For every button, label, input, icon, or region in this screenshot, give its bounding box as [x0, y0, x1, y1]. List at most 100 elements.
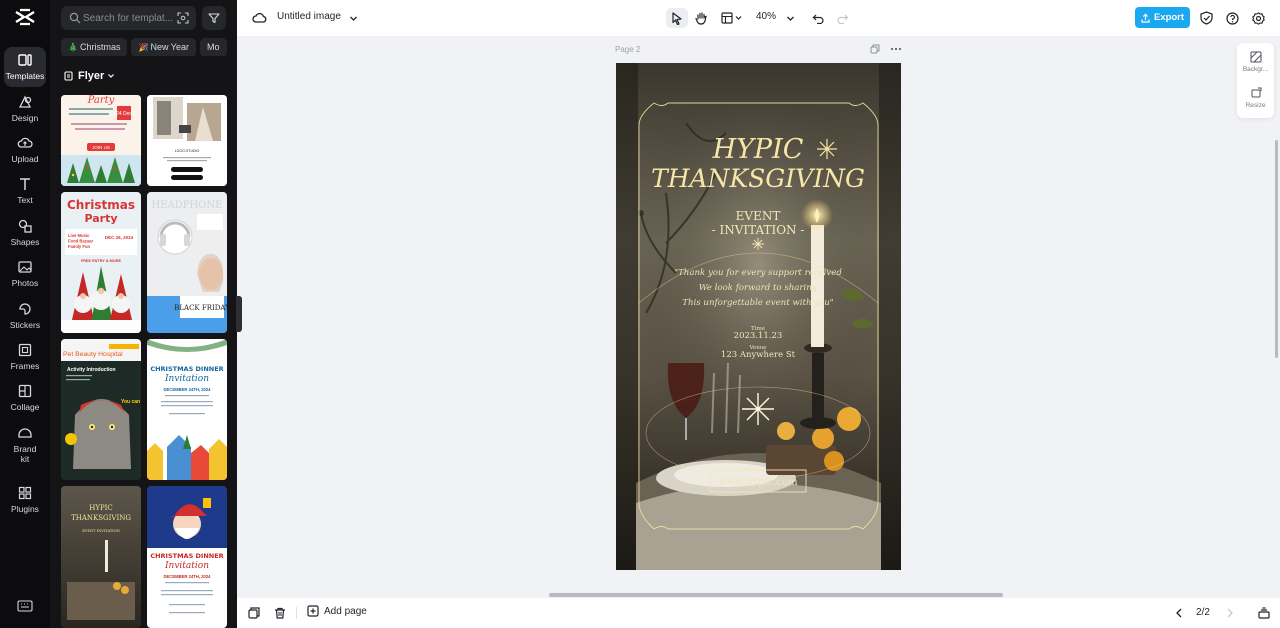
- shield-check-icon: [1199, 11, 1213, 25]
- thumb-title: Christmas: [67, 198, 135, 212]
- stickers-icon: [19, 303, 31, 315]
- template-thumb-pet-beauty-hospital[interactable]: Pet Beauty Hospital Activity Introductio…: [61, 339, 141, 480]
- horizontal-scrollbar[interactable]: [549, 593, 1003, 597]
- sidebar-item-stickers[interactable]: Stickers: [4, 296, 46, 336]
- chip-christmas[interactable]: 🎄 Christmas: [61, 38, 128, 56]
- select-tool-button[interactable]: [666, 8, 688, 28]
- thumb-title: CHRISTMAS DINNER: [150, 552, 223, 560]
- layers-button[interactable]: [1256, 605, 1272, 621]
- template-thumb-fashion-boutique[interactable]: LOGO-STUDIO: [147, 95, 227, 186]
- capcut-logo-icon[interactable]: [14, 8, 36, 26]
- undo-button[interactable]: [808, 8, 828, 28]
- brand-kit-icon: [18, 428, 32, 438]
- design-icon: [18, 95, 32, 108]
- filter-button[interactable]: [202, 6, 226, 30]
- title-menu-button[interactable]: [343, 8, 363, 28]
- duplicate-page-icon[interactable]: [870, 44, 880, 54]
- sidebar-item-shapes[interactable]: Shapes: [4, 213, 46, 253]
- artwork-title-line2[interactable]: THANKSGIVING: [651, 164, 865, 193]
- keyboard-shortcuts-icon[interactable]: [17, 600, 33, 612]
- thumb-badge: BLACK FRIDAY: [174, 304, 227, 312]
- hand-tool-button[interactable]: [691, 8, 711, 28]
- canvas-side-tools: Backgr... Resize: [1237, 43, 1274, 118]
- undo-icon: [812, 14, 824, 24]
- sidebar-item-label: Frames: [10, 361, 40, 371]
- artwork-event[interactable]: EVENT: [736, 209, 781, 223]
- zoom-menu-button[interactable]: [780, 8, 800, 28]
- design-artwork[interactable]: HYPIC THANKSGIVING EVENT - INVITATION - …: [616, 63, 901, 570]
- category-chips: 🎄 Christmas 🎉 New Year Mo: [61, 37, 237, 56]
- artwork-time-value[interactable]: 2023.11.23: [734, 331, 783, 341]
- templates-icon: [18, 54, 32, 66]
- chip-label: Christmas: [79, 42, 121, 52]
- thumb-brand: Pet Beauty Hospital: [63, 351, 123, 358]
- sidebar-item-plugins[interactable]: Plugins: [4, 480, 46, 520]
- resize-tool[interactable]: Resize: [1237, 83, 1274, 115]
- artwork-venue-value[interactable]: 123 Anywhere St: [721, 350, 796, 360]
- zoom-level[interactable]: 40%: [756, 11, 776, 22]
- cloud-save-button[interactable]: [249, 8, 269, 28]
- template-thumb-christmas-party-gnomes[interactable]: Christmas Party Live Music Food Bazaar Fam…: [61, 192, 141, 333]
- background-tool[interactable]: Backgr...: [1237, 47, 1274, 79]
- template-search-box[interactable]: [61, 6, 196, 30]
- image-search-icon[interactable]: [177, 12, 189, 24]
- thumb-caption: LOGO-STUDIO: [175, 149, 200, 153]
- template-thumb-christmas-dinner-santa[interactable]: CHRISTMAS DINNER Invitation DECEMBER 24T…: [147, 486, 227, 628]
- thumb-title: Party: [87, 95, 115, 106]
- sidebar-item-label: Stickers: [9, 320, 41, 330]
- resize-icon: [1251, 87, 1261, 98]
- artwork-quote-line2[interactable]: We look forward to sharing: [699, 283, 818, 293]
- background-tool-label: Backgr...: [1242, 66, 1269, 73]
- layout-menu-button[interactable]: [719, 8, 745, 28]
- sidebar-item-photos[interactable]: Photos: [4, 254, 46, 294]
- sidebar-item-text[interactable]: Text: [4, 171, 46, 211]
- artwork-quote-line3[interactable]: This unforgettable event with you": [682, 298, 834, 308]
- template-thumb-christmas-dinner-village[interactable]: CHRISTMAS DINNER Invitation DECEMBER 24T…: [147, 339, 227, 480]
- left-rail: Templates Design Upload Text Shapes Phot…: [0, 0, 50, 628]
- category-dropdown[interactable]: Flyer: [64, 70, 120, 82]
- copy-page-button[interactable]: [246, 605, 262, 621]
- artwork-invitation[interactable]: - INVITATION -: [712, 223, 805, 237]
- template-thumb-christmas-party-red[interactable]: Party 24 Dec JOIN US: [61, 95, 141, 186]
- more-options-icon[interactable]: [890, 44, 902, 54]
- template-thumb-headphone-black-friday[interactable]: HEADPHONE BLACK FRIDAY: [147, 192, 227, 333]
- prev-page-button[interactable]: [1171, 605, 1187, 621]
- sidebar-item-label: Text: [17, 195, 33, 205]
- cursor-arrow-icon: [672, 11, 682, 25]
- template-search-input[interactable]: [83, 9, 173, 27]
- thumb-free: FREE ENTRY & MORE: [81, 259, 122, 263]
- sidebar-item-brand-kit[interactable]: Brand kit: [4, 420, 46, 466]
- cloud-icon: [251, 12, 266, 23]
- template-thumb-hypic-thanksgiving[interactable]: HYPIC THANKSGIVING EVENT INVITATION: [61, 486, 141, 628]
- shield-button[interactable]: [1196, 8, 1216, 28]
- collage-icon: [18, 384, 32, 398]
- export-button[interactable]: Export: [1135, 7, 1190, 28]
- help-button[interactable]: [1222, 8, 1242, 28]
- sidebar-item-upload[interactable]: Upload: [4, 130, 46, 170]
- delete-page-button[interactable]: [272, 605, 288, 621]
- sidebar-item-label: Shapes: [10, 237, 40, 247]
- artwork-website[interactable]: www.hypic.com: [718, 477, 798, 488]
- sidebar-item-templates[interactable]: Templates: [4, 47, 46, 87]
- trash-icon: [275, 607, 285, 619]
- chip-more[interactable]: Mo: [199, 38, 227, 56]
- copy-icon: [248, 607, 260, 619]
- sidebar-item-design[interactable]: Design: [4, 89, 46, 129]
- add-page-button[interactable]: Add page: [307, 605, 367, 617]
- settings-button[interactable]: [1248, 8, 1268, 28]
- thumb-title-2: THANKSGIVING: [71, 514, 131, 522]
- chip-new-year[interactable]: 🎉 New Year: [131, 38, 196, 56]
- bottom-toolbar: Add page 2/2: [237, 598, 1280, 628]
- thumb-script: Invitation: [164, 561, 209, 571]
- artwork-quote-line1[interactable]: "Thank you for every support received: [674, 268, 842, 278]
- document-title[interactable]: Untitled image: [277, 11, 341, 22]
- layout-icon: [721, 12, 742, 24]
- sidebar-item-frames[interactable]: Frames: [4, 337, 46, 377]
- sidebar-item-collage[interactable]: Collage: [4, 378, 46, 418]
- next-page-button[interactable]: [1222, 605, 1238, 621]
- panel-collapse-handle[interactable]: [236, 296, 242, 332]
- vertical-scrollbar[interactable]: [1275, 140, 1278, 358]
- redo-button[interactable]: [833, 8, 853, 28]
- frames-icon: [18, 343, 32, 357]
- artwork-title-line1[interactable]: HYPIC: [712, 134, 804, 165]
